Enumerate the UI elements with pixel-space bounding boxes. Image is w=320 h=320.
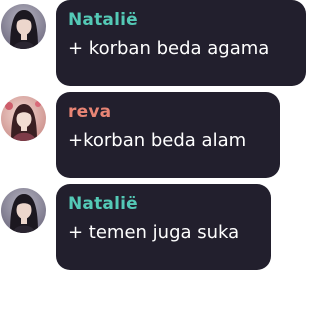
natalie-avatar[interactable] — [1, 188, 46, 233]
message-bubble: reva +korban beda alam — [56, 92, 280, 178]
reva-avatar[interactable] — [1, 96, 46, 141]
chat-thread: Natalië + korban beda agama reva +korban… — [0, 0, 306, 320]
message-text: +korban beda alam — [68, 130, 247, 151]
natalie-avatar[interactable] — [1, 4, 46, 49]
author-name[interactable]: reva — [68, 102, 268, 123]
message-text: + korban beda agama — [68, 38, 270, 59]
author-name[interactable]: Natalië — [68, 194, 259, 215]
message-bubble: Natalië + korban beda agama — [56, 0, 306, 86]
author-name[interactable]: Natalië — [68, 10, 294, 31]
message-text: + temen juga suka — [68, 222, 240, 243]
message-bubble: Natalië + temen juga suka — [56, 184, 271, 270]
